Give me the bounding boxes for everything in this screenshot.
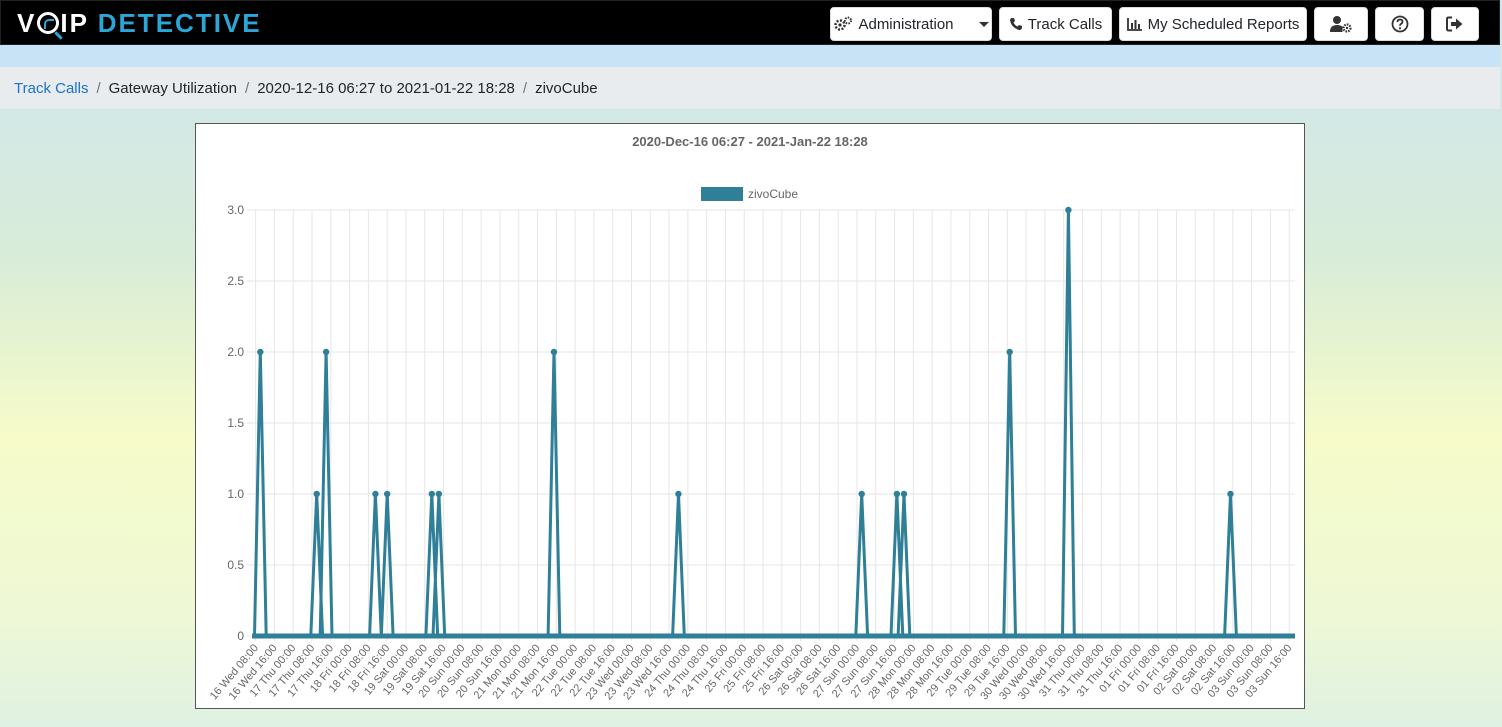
chevron-down-icon xyxy=(978,21,989,27)
data-point xyxy=(900,490,908,498)
data-point xyxy=(372,490,379,498)
help-icon xyxy=(1391,15,1408,33)
y-tick-label: 1.5 xyxy=(227,416,244,430)
data-point xyxy=(1065,206,1072,214)
breadcrumb-separator: / xyxy=(522,79,528,97)
gears-icon xyxy=(834,16,853,31)
y-tick-label: 1.0 xyxy=(227,487,244,501)
y-tick-label: 2.0 xyxy=(227,345,244,359)
data-point xyxy=(893,490,901,498)
phone-icon xyxy=(1009,18,1022,31)
track-calls-label: Track Calls xyxy=(1027,15,1103,33)
data-point xyxy=(257,348,264,356)
breadcrumb-track-calls-link[interactable]: Track Calls xyxy=(14,80,88,97)
x-axis: 16 Wed 08:0016 Wed 16:0017 Thu 00:0017 T… xyxy=(208,642,1295,702)
y-axis: 0 0.5 1.0 1.5 2.0 2.5 3.0 xyxy=(227,203,244,643)
data-point xyxy=(550,348,558,356)
logo-text-ip: IP xyxy=(60,8,89,38)
breadcrumb: Track Calls / Gateway Utilization / 2020… xyxy=(0,67,1500,109)
legend-swatch xyxy=(701,187,743,201)
my-scheduled-reports-button[interactable]: My Scheduled Reports xyxy=(1119,7,1307,41)
breadcrumb-gateway-name: zivoCube xyxy=(535,79,598,97)
logout-button[interactable] xyxy=(1431,7,1479,41)
utilization-chart: 2020-Dec-16 06:27 - 2021-Jan-22 18:28 zi… xyxy=(208,134,1295,702)
voip-detective-logo[interactable]: V IP DETECTIVE xyxy=(17,8,262,38)
logo-text-detective: DETECTIVE xyxy=(97,8,262,38)
user-settings-button[interactable] xyxy=(1314,7,1368,41)
top-navbar: V IP DETECTIVE Administration Track Calls… xyxy=(0,0,1500,45)
breadcrumb-date-range: 2020-12-16 06:27 to 2021-01-22 18:28 xyxy=(257,79,515,97)
data-point xyxy=(383,490,391,498)
legend-label[interactable]: zivoCube xyxy=(748,187,798,201)
scheduled-reports-label: My Scheduled Reports xyxy=(1147,15,1300,33)
y-tick-label: 0.5 xyxy=(227,558,244,572)
data-point xyxy=(435,490,443,498)
chart-grid xyxy=(247,209,1295,641)
administration-label: Administration xyxy=(858,15,954,33)
y-tick-label: 0 xyxy=(237,629,244,643)
breadcrumb-separator: / xyxy=(245,79,250,97)
breadcrumb-separator: / xyxy=(96,79,101,97)
y-tick-label: 2.5 xyxy=(227,274,244,288)
data-point xyxy=(322,348,330,356)
user-cog-icon xyxy=(1330,16,1352,33)
breadcrumb-gateway-utilization: Gateway Utilization xyxy=(108,79,238,97)
chart-title: 2020-Dec-16 06:27 - 2021-Jan-22 18:28 xyxy=(632,134,868,149)
track-calls-button[interactable]: Track Calls xyxy=(999,7,1112,41)
logo-text-v: V xyxy=(17,8,37,38)
help-button[interactable] xyxy=(1375,7,1424,41)
data-point xyxy=(1006,348,1013,356)
header-band xyxy=(0,45,1500,67)
data-point xyxy=(858,490,865,498)
data-point xyxy=(428,490,436,498)
logout-icon xyxy=(1446,16,1463,32)
data-point xyxy=(1227,490,1234,498)
magnifier-icon xyxy=(37,12,60,34)
administration-dropdown[interactable]: Administration xyxy=(830,7,992,41)
bar-chart-icon xyxy=(1126,18,1142,31)
data-point xyxy=(675,490,682,498)
y-tick-label: 3.0 xyxy=(227,203,244,217)
data-point xyxy=(313,490,320,498)
chart-card: 2020-Dec-16 06:27 - 2021-Jan-22 18:28 zi… xyxy=(195,123,1305,709)
